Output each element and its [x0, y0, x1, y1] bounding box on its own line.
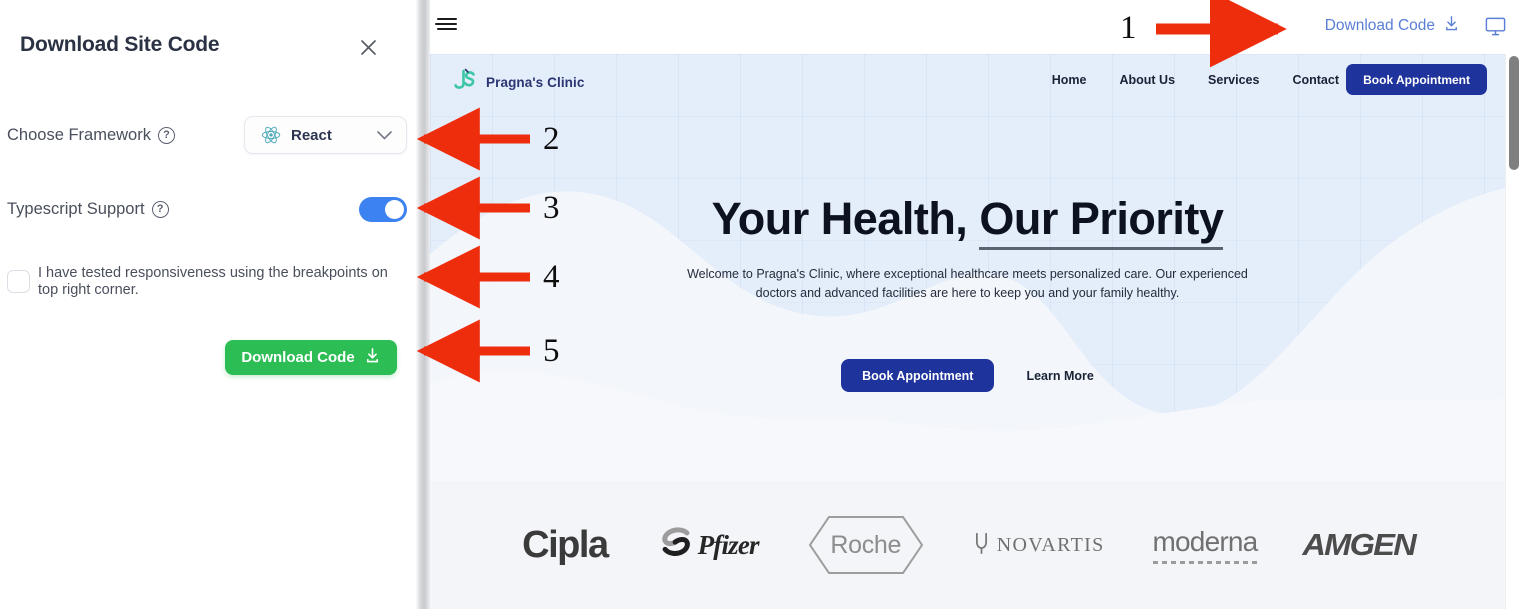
site-preview-area: Download Code Pragna's Clinic Home About…: [430, 0, 1522, 609]
hero-title-part2: Our Priority: [979, 193, 1224, 250]
logo-novartis: NOVARTIS: [973, 518, 1105, 572]
annotation-number-3: 3: [543, 190, 560, 226]
site-navbar: Pragna's Clinic Home About Us Services C…: [430, 54, 1505, 106]
react-atom-icon: [261, 125, 281, 145]
panel-title: Download Site Code: [20, 33, 220, 56]
hero-subtitle: Welcome to Pragna's Clinic, where except…: [687, 267, 1248, 300]
download-code-button[interactable]: Download Code: [225, 340, 397, 375]
framework-selected-value: React: [291, 126, 332, 144]
choose-framework-text: Choose Framework: [7, 126, 151, 144]
hero-actions: Book Appointment Learn More: [430, 359, 1505, 392]
nav-link-services[interactable]: Services: [1208, 73, 1259, 87]
site-brand[interactable]: Pragna's Clinic: [452, 68, 585, 96]
logo-pfizer: Pfizer: [656, 518, 760, 572]
nav-link-contact[interactable]: Contact: [1292, 73, 1339, 87]
logo-amgen: AMGEN: [1303, 518, 1417, 572]
partner-logos-strip: Cipla Pfizer Roche NOVARTIS moderna AMGE…: [430, 481, 1505, 609]
novartis-flame-icon: [973, 531, 990, 560]
preview-scrollbar-track[interactable]: [1505, 54, 1522, 609]
annotation-number-4: 4: [543, 259, 560, 295]
typescript-support-text: Typescript Support: [7, 200, 145, 218]
responsiveness-checkbox-label: I have tested responsiveness using the b…: [38, 265, 388, 298]
preview-toolbar: Download Code: [430, 0, 1522, 54]
panel-divider: [416, 0, 430, 609]
site-brand-name: Pragna's Clinic: [486, 74, 585, 90]
download-icon: [364, 347, 381, 369]
js-monogram-icon: [452, 68, 478, 96]
app-root: Download Site Code Choose Framework ? Re…: [0, 0, 1522, 609]
toolbar-download-code-label: Download Code: [1324, 17, 1435, 34]
logo-novartis-text: NOVARTIS: [996, 533, 1105, 556]
hero-title: Your Health, Our Priority: [430, 193, 1505, 250]
chevron-down-icon[interactable]: [377, 130, 392, 140]
logo-amgen-text: AMGEN: [1302, 527, 1417, 562]
toolbar-download-code-link[interactable]: Download Code: [1325, 15, 1460, 37]
annotation-number-1: 1: [1120, 10, 1137, 46]
site-nav-links: Home About Us Services Contact: [1052, 73, 1339, 87]
responsiveness-checkbox[interactable]: [7, 270, 30, 293]
hero-learn-more-link[interactable]: Learn More: [1026, 369, 1093, 383]
nav-book-appointment-button[interactable]: Book Appointment: [1346, 64, 1487, 95]
toggle-knob: [385, 200, 404, 219]
framework-select[interactable]: React: [244, 116, 407, 154]
desktop-monitor-icon[interactable]: [1482, 13, 1508, 39]
help-circle-icon[interactable]: ?: [157, 127, 175, 144]
typescript-support-label: Typescript Support ?: [7, 200, 169, 219]
logo-roche-text: Roche: [830, 530, 902, 559]
help-circle-icon[interactable]: ?: [151, 201, 169, 218]
preview-scrollbar-thumb[interactable]: [1509, 56, 1519, 170]
download-site-code-panel: Download Site Code Choose Framework ? Re…: [0, 0, 416, 609]
typescript-support-toggle[interactable]: [359, 197, 407, 222]
logo-pfizer-text: Pfizer: [697, 529, 760, 560]
logo-cipla-text: Cipla: [522, 523, 609, 566]
logo-roche: Roche: [807, 514, 925, 576]
nav-link-home[interactable]: Home: [1052, 73, 1087, 87]
pfizer-swirl-icon: [656, 523, 696, 568]
logo-moderna-text: moderna: [1152, 526, 1258, 564]
annotation-number-5: 5: [543, 333, 560, 369]
logo-cipla: Cipla: [522, 518, 609, 572]
hero-section: Pragna's Clinic Home About Us Services C…: [430, 54, 1505, 481]
nav-link-about-us[interactable]: About Us: [1119, 73, 1175, 87]
annotation-number-2: 2: [543, 121, 560, 157]
choose-framework-label: Choose Framework ?: [7, 126, 175, 145]
download-code-button-label: Download Code: [241, 349, 355, 366]
hero-book-appointment-button[interactable]: Book Appointment: [841, 359, 995, 392]
download-icon: [1443, 15, 1460, 37]
hamburger-menu-icon[interactable]: [435, 16, 459, 36]
logo-moderna: moderna: [1152, 518, 1258, 572]
hero-title-part1: Your Health,: [711, 193, 968, 244]
rendered-site: Pragna's Clinic Home About Us Services C…: [430, 54, 1505, 609]
close-icon[interactable]: [352, 31, 384, 63]
